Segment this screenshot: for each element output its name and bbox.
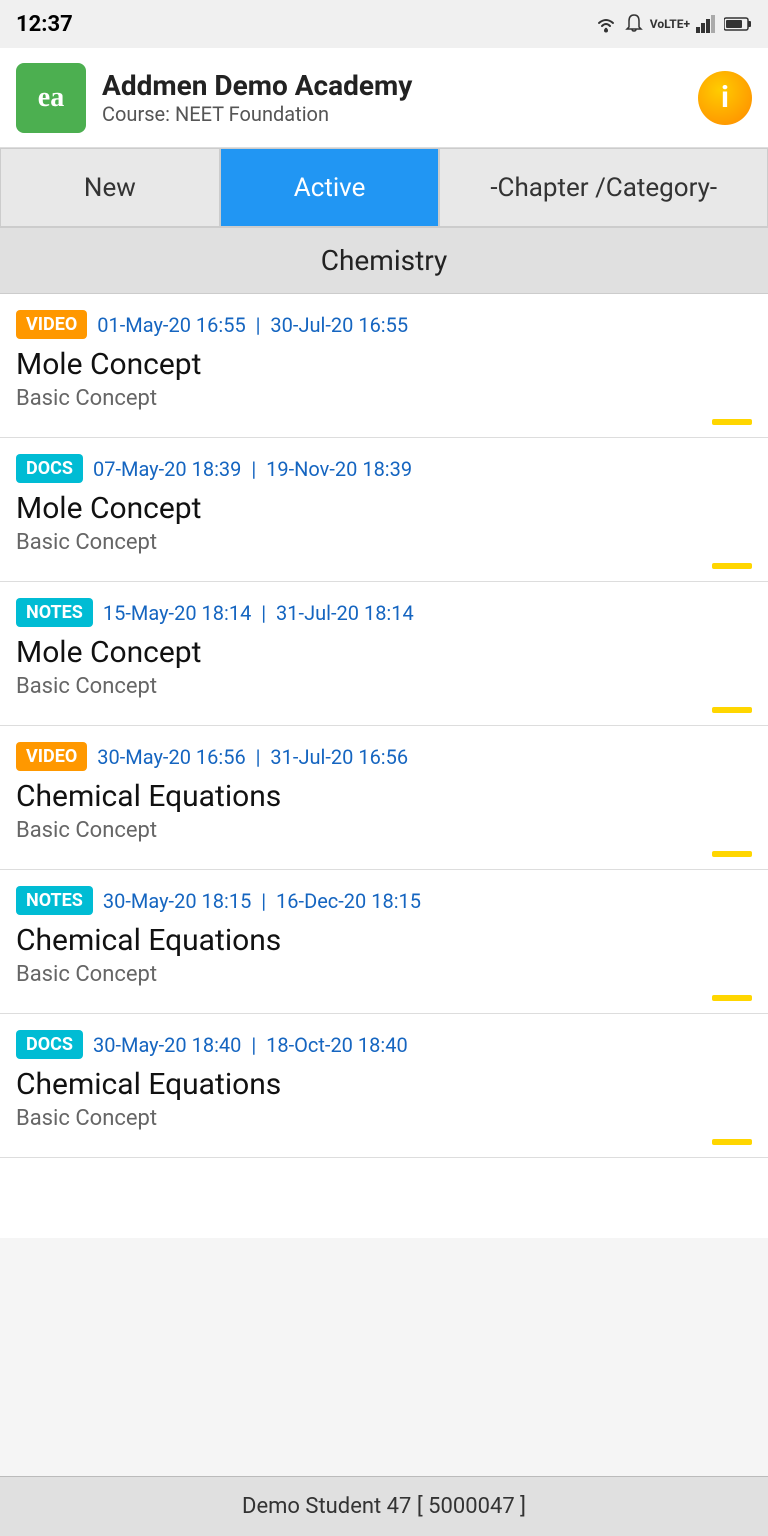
item-badge-video: VIDEO — [16, 310, 87, 339]
info-button[interactable]: i — [698, 71, 752, 125]
content-list: VIDEO 01-May-20 16:55 | 30-Jul-20 16:55 … — [0, 294, 768, 1238]
notification-icon — [624, 13, 644, 35]
list-item[interactable]: NOTES 15-May-20 18:14 | 31-Jul-20 18:14 … — [0, 582, 768, 726]
status-time: 12:37 — [16, 12, 73, 37]
list-item[interactable]: VIDEO 30-May-20 16:56 | 31-Jul-20 16:56 … — [0, 726, 768, 870]
list-item[interactable]: DOCS 30-May-20 18:40 | 18-Oct-20 18:40 C… — [0, 1014, 768, 1158]
app-logo: ea — [16, 63, 86, 133]
item-category: Basic Concept — [16, 962, 752, 987]
item-title: Chemical Equations — [16, 779, 752, 814]
item-meta: VIDEO 30-May-20 16:56 | 31-Jul-20 16:56 — [16, 742, 752, 771]
item-dates: 30-May-20 18:40 | 18-Oct-20 18:40 — [93, 1033, 408, 1057]
item-dates: 30-May-20 18:15 | 16-Dec-20 18:15 — [103, 889, 421, 913]
status-bar: 12:37 VoLTE+ — [0, 0, 768, 48]
item-meta: DOCS 30-May-20 18:40 | 18-Oct-20 18:40 — [16, 1030, 752, 1059]
item-category: Basic Concept — [16, 818, 752, 843]
tab-bar: New Active -Chapter /Category- — [0, 148, 768, 228]
progress-bar — [712, 851, 752, 857]
volte-label: VoLTE+ — [650, 17, 690, 31]
list-item[interactable]: NOTES 30-May-20 18:15 | 16-Dec-20 18:15 … — [0, 870, 768, 1014]
footer-text: Demo Student 47 [ 5000047 ] — [242, 1494, 526, 1519]
progress-bar — [712, 419, 752, 425]
item-indicator — [16, 707, 752, 725]
app-subtitle: Course: NEET Foundation — [102, 102, 682, 126]
item-dates: 07-May-20 18:39 | 19-Nov-20 18:39 — [93, 457, 412, 481]
item-meta: DOCS 07-May-20 18:39 | 19-Nov-20 18:39 — [16, 454, 752, 483]
item-meta: NOTES 30-May-20 18:15 | 16-Dec-20 18:15 — [16, 886, 752, 915]
tab-new[interactable]: New — [0, 148, 220, 227]
item-dates: 01-May-20 16:55 | 30-Jul-20 16:55 — [97, 313, 408, 337]
item-badge-notes: NOTES — [16, 598, 93, 627]
item-indicator — [16, 851, 752, 869]
list-item[interactable]: DOCS 07-May-20 18:39 | 19-Nov-20 18:39 M… — [0, 438, 768, 582]
item-title: Mole Concept — [16, 635, 752, 670]
item-indicator — [16, 563, 752, 581]
signal-icon — [696, 15, 718, 33]
tab-active[interactable]: Active — [220, 148, 440, 227]
item-dates: 30-May-20 16:56 | 31-Jul-20 16:56 — [97, 745, 408, 769]
header-text: Addmen Demo Academy Course: NEET Foundat… — [102, 69, 682, 126]
battery-icon — [724, 16, 752, 32]
item-indicator — [16, 419, 752, 437]
tab-category[interactable]: -Chapter /Category- — [439, 148, 768, 227]
item-badge-docs: DOCS — [16, 454, 83, 483]
item-badge-notes: NOTES — [16, 886, 93, 915]
item-indicator — [16, 995, 752, 1013]
item-dates: 15-May-20 18:14 | 31-Jul-20 18:14 — [103, 601, 414, 625]
item-meta: VIDEO 01-May-20 16:55 | 30-Jul-20 16:55 — [16, 310, 752, 339]
section-header: Chemistry — [0, 228, 768, 294]
progress-bar — [712, 707, 752, 713]
progress-bar — [712, 563, 752, 569]
item-badge-docs: DOCS — [16, 1030, 83, 1059]
wifi-icon — [594, 15, 618, 33]
progress-bar — [712, 1139, 752, 1145]
item-category: Basic Concept — [16, 674, 752, 699]
status-icons: VoLTE+ — [594, 13, 752, 35]
item-title: Chemical Equations — [16, 1067, 752, 1102]
item-indicator — [16, 1139, 752, 1157]
list-item[interactable]: VIDEO 01-May-20 16:55 | 30-Jul-20 16:55 … — [0, 294, 768, 438]
item-title: Mole Concept — [16, 491, 752, 526]
item-badge-video: VIDEO — [16, 742, 87, 771]
item-category: Basic Concept — [16, 386, 752, 411]
item-title: Chemical Equations — [16, 923, 752, 958]
progress-bar — [712, 995, 752, 1001]
app-title: Addmen Demo Academy — [102, 69, 682, 102]
app-header: ea Addmen Demo Academy Course: NEET Foun… — [0, 48, 768, 148]
item-category: Basic Concept — [16, 530, 752, 555]
footer: Demo Student 47 [ 5000047 ] — [0, 1476, 768, 1536]
item-meta: NOTES 15-May-20 18:14 | 31-Jul-20 18:14 — [16, 598, 752, 627]
item-category: Basic Concept — [16, 1106, 752, 1131]
item-title: Mole Concept — [16, 347, 752, 382]
